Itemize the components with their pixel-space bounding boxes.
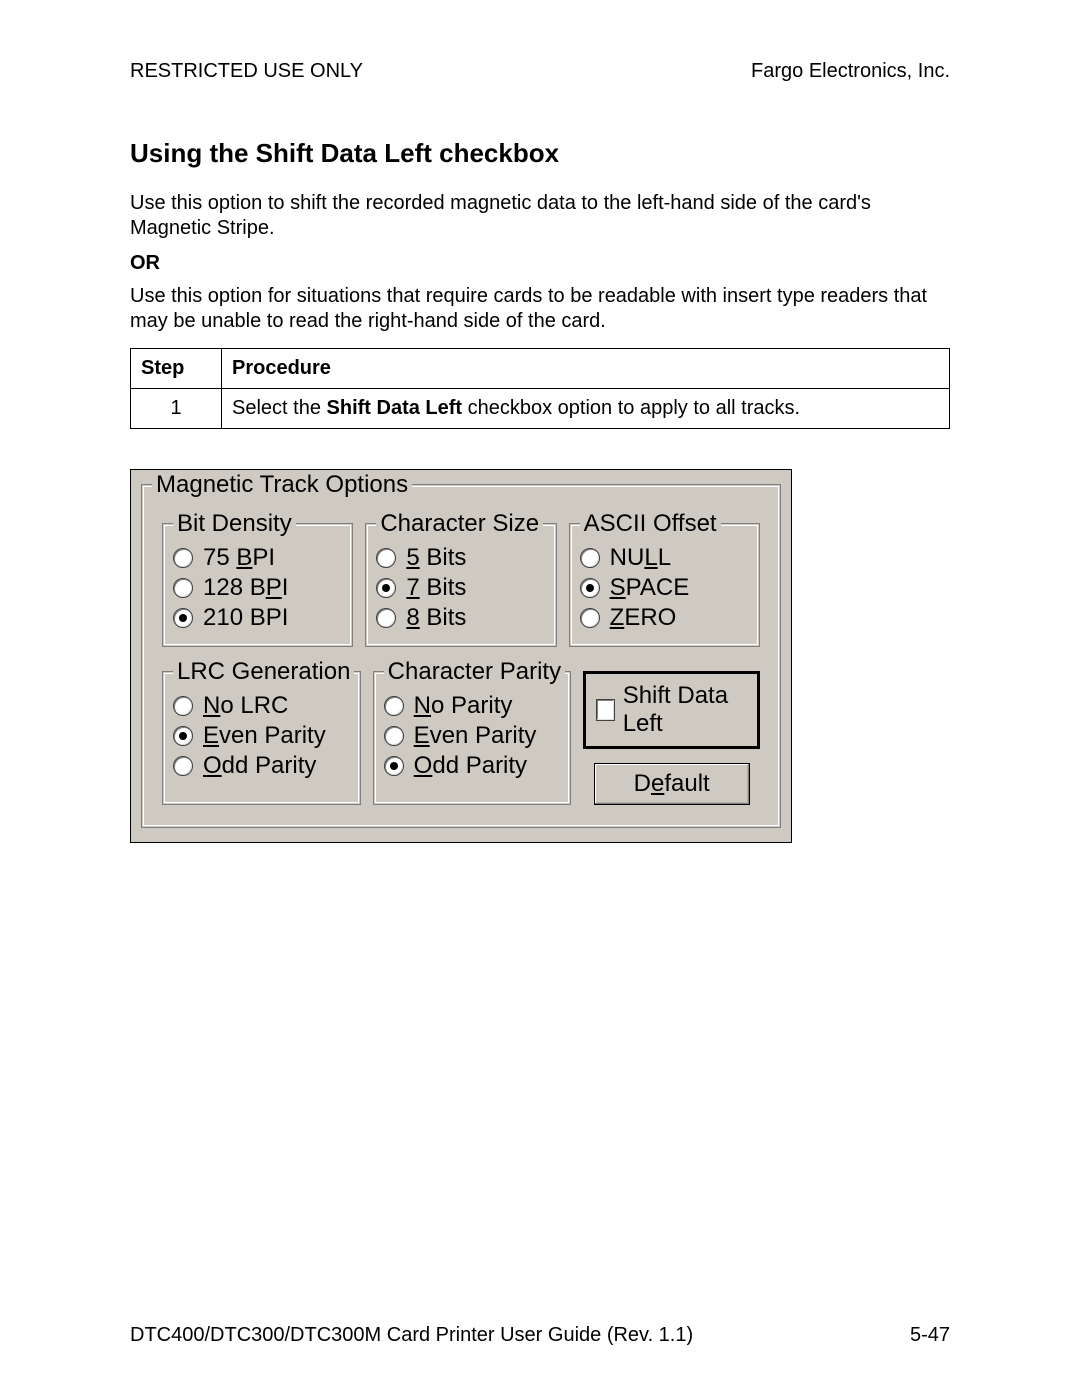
section-title: Using the Shift Data Left checkbox: [130, 138, 950, 169]
radio-75-bpi[interactable]: 75 BPI: [173, 544, 342, 572]
group-character-size: Character Size 5 Bits 7 Bits 8 Bits: [365, 523, 556, 647]
radio-no-parity[interactable]: No Parity: [384, 692, 561, 720]
group-ascii-offset: ASCII Offset NULL SPACE ZERO: [569, 523, 760, 647]
radio-5-bits[interactable]: 5 Bits: [376, 544, 545, 572]
radio-no-lrc[interactable]: No LRC: [173, 692, 350, 720]
radio-icon: [580, 578, 600, 598]
radio-icon: [376, 608, 396, 628]
radio-210-bpi[interactable]: 210 BPI: [173, 604, 342, 632]
step-number: 1: [131, 389, 222, 429]
radio-zero[interactable]: ZERO: [580, 604, 749, 632]
procedure-text: Select the Shift Data Left checkbox opti…: [222, 389, 950, 429]
radio-lrc-odd[interactable]: Odd Parity: [173, 752, 350, 780]
radio-parity-even[interactable]: Even Parity: [384, 722, 561, 750]
default-button[interactable]: Default: [594, 763, 750, 805]
or-label: OR: [130, 251, 950, 276]
group-magnetic-track-options: Magnetic Track Options: [152, 471, 412, 499]
page-footer: DTC400/DTC300/DTC300M Card Printer User …: [130, 1324, 950, 1347]
radio-8-bits[interactable]: 8 Bits: [376, 604, 545, 632]
radio-lrc-even[interactable]: Even Parity: [173, 722, 350, 750]
radio-icon: [173, 726, 193, 746]
radio-icon: [173, 696, 193, 716]
radio-128-bpi[interactable]: 128 BPI: [173, 574, 342, 602]
footer-right: 5-47: [910, 1324, 950, 1347]
header-left: RESTRICTED USE ONLY: [130, 60, 363, 83]
checkbox-icon: [596, 699, 614, 721]
col-procedure: Procedure: [222, 349, 950, 389]
radio-icon: [384, 756, 404, 776]
radio-null[interactable]: NULL: [580, 544, 749, 572]
group-lrc-generation: LRC Generation No LRC Even Parity Odd Pa…: [162, 671, 361, 805]
radio-7-bits[interactable]: 7 Bits: [376, 574, 545, 602]
radio-icon: [173, 608, 193, 628]
radio-parity-odd[interactable]: Odd Parity: [384, 752, 561, 780]
magnetic-track-options-dialog: Magnetic Track Options Bit Density 75 BP…: [130, 469, 792, 843]
radio-icon: [580, 608, 600, 628]
radio-icon: [173, 578, 193, 598]
group-character-parity: Character Parity No Parity Even Parity O…: [373, 671, 572, 805]
paragraph-1: Use this option to shift the recorded ma…: [130, 191, 950, 241]
procedure-table: Step Procedure 1 Select the Shift Data L…: [130, 348, 950, 429]
header-right: Fargo Electronics, Inc.: [751, 60, 950, 83]
shift-data-left-checkbox[interactable]: Shift Data Left: [583, 671, 760, 749]
radio-icon: [376, 548, 396, 568]
table-row: 1 Select the Shift Data Left checkbox op…: [131, 389, 950, 429]
paragraph-2: Use this option for situations that requ…: [130, 284, 950, 334]
radio-icon: [580, 548, 600, 568]
footer-left: DTC400/DTC300/DTC300M Card Printer User …: [130, 1324, 693, 1347]
radio-icon: [173, 756, 193, 776]
radio-space[interactable]: SPACE: [580, 574, 749, 602]
radio-icon: [376, 578, 396, 598]
radio-icon: [384, 696, 404, 716]
group-bit-density: Bit Density 75 BPI 128 BPI 210 BPI: [162, 523, 353, 647]
radio-icon: [384, 726, 404, 746]
page-header: RESTRICTED USE ONLY Fargo Electronics, I…: [130, 60, 950, 83]
radio-icon: [173, 548, 193, 568]
col-step: Step: [131, 349, 222, 389]
